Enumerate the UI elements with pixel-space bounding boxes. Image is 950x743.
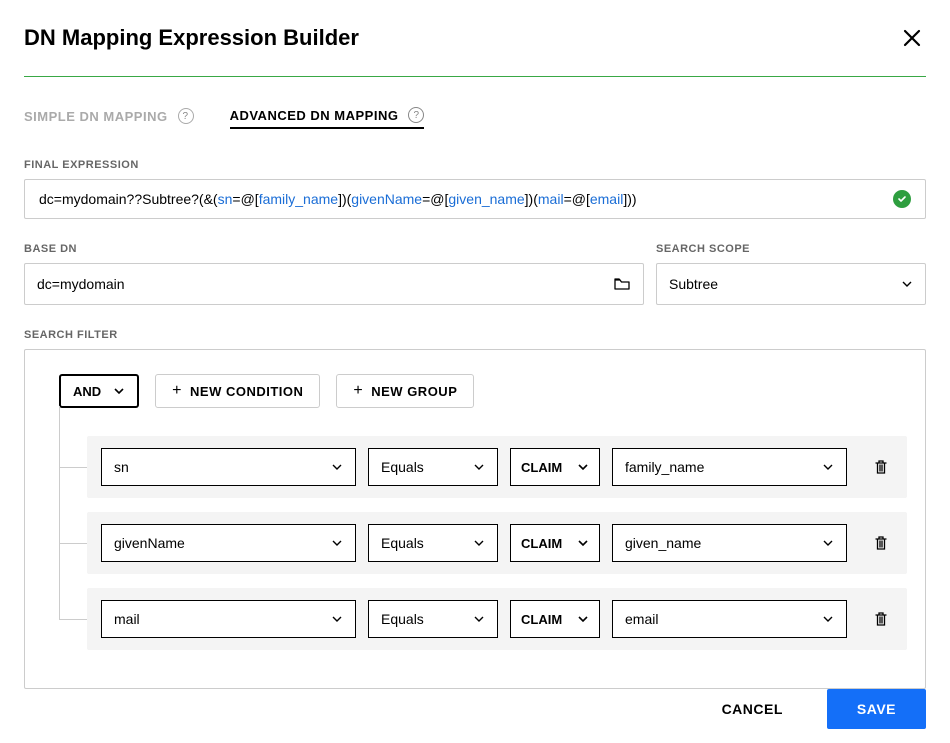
attribute-value: sn <box>114 459 129 475</box>
attribute-select[interactable]: mail <box>101 600 356 638</box>
expr-text-keyword: family_name <box>259 191 338 207</box>
attribute-select[interactable]: sn <box>101 448 356 486</box>
new-group-label: NEW GROUP <box>371 384 457 399</box>
chevron-down-icon <box>473 613 485 625</box>
plus-icon: + <box>172 382 182 400</box>
chevron-down-icon <box>113 385 125 397</box>
conditions-container: sn Equals CLAIM family_name <box>59 436 907 650</box>
expr-text-keyword: mail <box>538 191 564 207</box>
plus-icon: + <box>353 382 363 400</box>
chevron-down-icon <box>901 278 913 290</box>
final-expression-value: dc=mydomain??Subtree?(&(sn=@[family_name… <box>39 191 637 207</box>
comparison-value: Equals <box>381 611 424 627</box>
chevron-down-icon <box>822 461 834 473</box>
attribute-value: mail <box>114 611 140 627</box>
new-condition-label: NEW CONDITION <box>190 384 303 399</box>
comparison-select[interactable]: Equals <box>368 524 498 562</box>
expr-text-plain: =@[ <box>564 191 590 207</box>
chevron-down-icon <box>577 461 589 473</box>
expr-text-plain: ])) <box>623 191 636 207</box>
expr-text-keyword: givenName <box>351 191 422 207</box>
new-group-button[interactable]: + NEW GROUP <box>336 374 474 408</box>
condition-row: sn Equals CLAIM family_name <box>87 436 907 498</box>
comparison-select[interactable]: Equals <box>368 600 498 638</box>
comparison-value: Equals <box>381 459 424 475</box>
base-dn-value: dc=mydomain <box>37 276 125 292</box>
trash-icon <box>872 458 890 476</box>
chevron-down-icon <box>331 613 343 625</box>
close-icon <box>902 28 922 48</box>
attribute-select[interactable]: givenName <box>101 524 356 562</box>
tabs: SIMPLE DN MAPPING ? ADVANCED DN MAPPING … <box>24 107 926 129</box>
value-type-value: CLAIM <box>521 460 562 475</box>
search-scope-value: Subtree <box>669 276 718 292</box>
comparison-value: Equals <box>381 535 424 551</box>
check-icon <box>897 194 907 204</box>
expr-text-keyword: email <box>590 191 623 207</box>
condition-row: givenName Equals CLAIM given_name <box>87 512 907 574</box>
expr-text-plain: ])( <box>525 191 538 207</box>
chevron-down-icon <box>473 537 485 549</box>
condition-row: mail Equals CLAIM email <box>87 588 907 650</box>
search-filter-box: AND + NEW CONDITION + NEW GROUP sn Equal <box>24 349 926 689</box>
value-type-select[interactable]: CLAIM <box>510 524 600 562</box>
base-dn-label: BASE DN <box>24 243 644 255</box>
chevron-down-icon <box>822 613 834 625</box>
search-scope-label: SEARCH SCOPE <box>656 243 926 255</box>
value-value: family_name <box>625 459 704 475</box>
delete-condition-button[interactable] <box>869 455 893 479</box>
help-icon[interactable]: ? <box>408 107 424 123</box>
valid-check-badge <box>893 190 911 208</box>
search-filter-label: SEARCH FILTER <box>24 329 926 341</box>
tab-advanced-dn-mapping[interactable]: ADVANCED DN MAPPING ? <box>230 107 425 129</box>
header-divider <box>24 76 926 77</box>
help-icon[interactable]: ? <box>178 108 194 124</box>
attribute-value: givenName <box>114 535 185 551</box>
chevron-down-icon <box>577 537 589 549</box>
expr-text-plain: =@[ <box>232 191 258 207</box>
tree-connector <box>59 406 60 620</box>
close-button[interactable] <box>898 24 926 52</box>
value-type-value: CLAIM <box>521 612 562 627</box>
base-dn-input[interactable]: dc=mydomain <box>24 263 644 305</box>
trash-icon <box>872 610 890 628</box>
chevron-down-icon <box>331 461 343 473</box>
value-value: email <box>625 611 658 627</box>
value-select[interactable]: family_name <box>612 448 847 486</box>
chevron-down-icon <box>822 537 834 549</box>
operator-select[interactable]: AND <box>59 374 139 408</box>
chevron-down-icon <box>473 461 485 473</box>
new-condition-button[interactable]: + NEW CONDITION <box>155 374 320 408</box>
delete-condition-button[interactable] <box>869 607 893 631</box>
value-type-select[interactable]: CLAIM <box>510 600 600 638</box>
value-select[interactable]: given_name <box>612 524 847 562</box>
chevron-down-icon <box>331 537 343 549</box>
value-type-select[interactable]: CLAIM <box>510 448 600 486</box>
tab-simple-dn-mapping[interactable]: SIMPLE DN MAPPING ? <box>24 108 194 128</box>
tab-simple-label: SIMPLE DN MAPPING <box>24 109 168 124</box>
final-expression-box: dc=mydomain??Subtree?(&(sn=@[family_name… <box>24 179 926 219</box>
operator-value: AND <box>73 384 101 399</box>
delete-condition-button[interactable] <box>869 531 893 555</box>
value-select[interactable]: email <box>612 600 847 638</box>
expr-text-keyword: sn <box>218 191 233 207</box>
value-value: given_name <box>625 535 701 551</box>
expr-text-keyword: given_name <box>448 191 524 207</box>
final-expression-label: FINAL EXPRESSION <box>24 159 926 171</box>
tab-advanced-label: ADVANCED DN MAPPING <box>230 108 399 123</box>
search-scope-select[interactable]: Subtree <box>656 263 926 305</box>
expr-text-plain: dc=mydomain??Subtree?(&( <box>39 191 218 207</box>
folder-icon[interactable] <box>613 275 631 293</box>
value-type-value: CLAIM <box>521 536 562 551</box>
cancel-button[interactable]: CANCEL <box>722 701 783 717</box>
expr-text-plain: ])( <box>338 191 351 207</box>
chevron-down-icon <box>577 613 589 625</box>
dialog-title: DN Mapping Expression Builder <box>24 25 359 51</box>
comparison-select[interactable]: Equals <box>368 448 498 486</box>
trash-icon <box>872 534 890 552</box>
expr-text-plain: =@[ <box>422 191 448 207</box>
save-button[interactable]: SAVE <box>827 689 926 729</box>
